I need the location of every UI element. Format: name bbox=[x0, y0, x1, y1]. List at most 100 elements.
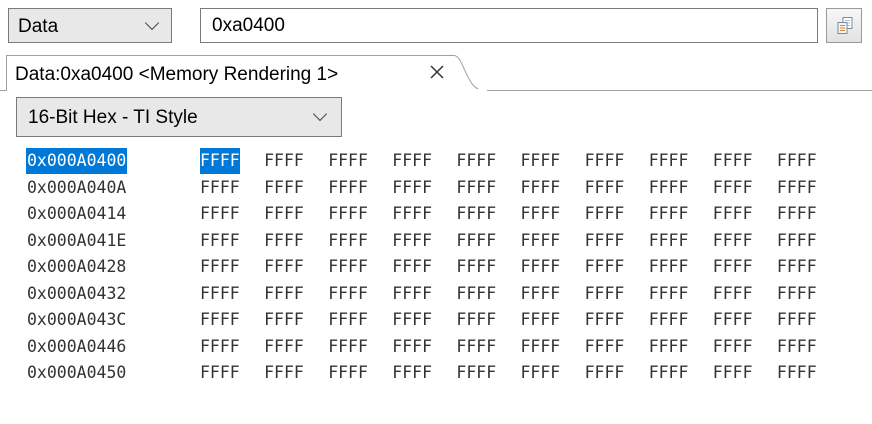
memory-word[interactable]: FFFF bbox=[456, 201, 496, 227]
memory-space-select[interactable]: Data bbox=[8, 8, 172, 43]
memory-word[interactable]: FFFF bbox=[713, 281, 753, 307]
memory-word[interactable]: FFFF bbox=[649, 281, 689, 307]
memory-word[interactable]: FFFF bbox=[200, 307, 240, 333]
memory-word[interactable]: FFFF bbox=[777, 307, 817, 333]
memory-word[interactable]: FFFF bbox=[713, 360, 753, 386]
memory-word[interactable]: FFFF bbox=[200, 360, 240, 386]
memory-word[interactable]: FFFF bbox=[649, 175, 689, 201]
memory-word[interactable]: FFFF bbox=[392, 201, 432, 227]
memory-word[interactable]: FFFF bbox=[777, 148, 817, 174]
memory-word[interactable]: FFFF bbox=[585, 254, 625, 280]
memory-word[interactable]: FFFF bbox=[456, 228, 496, 254]
memory-word[interactable]: FFFF bbox=[649, 148, 689, 174]
memory-word[interactable]: FFFF bbox=[392, 254, 432, 280]
memory-word[interactable]: FFFF bbox=[328, 228, 368, 254]
memory-word[interactable]: FFFF bbox=[777, 360, 817, 386]
memory-word[interactable]: FFFF bbox=[200, 334, 240, 360]
memory-word[interactable]: FFFF bbox=[585, 228, 625, 254]
go-button[interactable] bbox=[826, 8, 862, 43]
memory-word[interactable]: FFFF bbox=[456, 254, 496, 280]
memory-word[interactable]: FFFF bbox=[264, 228, 304, 254]
memory-word[interactable]: FFFF bbox=[649, 307, 689, 333]
memory-word[interactable]: FFFF bbox=[777, 281, 817, 307]
memory-address[interactable]: 0x000A0450 bbox=[26, 360, 127, 386]
memory-word[interactable]: FFFF bbox=[392, 228, 432, 254]
memory-word[interactable]: FFFF bbox=[264, 201, 304, 227]
memory-word[interactable]: FFFF bbox=[585, 175, 625, 201]
memory-address[interactable]: 0x000A041E bbox=[26, 228, 127, 254]
memory-address[interactable]: 0x000A0400 bbox=[26, 148, 128, 174]
memory-word[interactable]: FFFF bbox=[777, 201, 817, 227]
tab-memory-rendering[interactable]: Data:0xa0400 <Memory Rendering 1> bbox=[6, 55, 442, 91]
memory-word[interactable]: FFFF bbox=[264, 334, 304, 360]
memory-word[interactable]: FFFF bbox=[521, 307, 561, 333]
memory-word[interactable]: FFFF bbox=[777, 334, 817, 360]
memory-word[interactable]: FFFF bbox=[328, 334, 368, 360]
memory-word[interactable]: FFFF bbox=[777, 228, 817, 254]
memory-address[interactable]: 0x000A0414 bbox=[26, 201, 127, 227]
memory-word[interactable]: FFFF bbox=[328, 360, 368, 386]
close-icon[interactable] bbox=[427, 62, 447, 82]
memory-address[interactable]: 0x000A043C bbox=[26, 307, 127, 333]
memory-word[interactable]: FFFF bbox=[713, 228, 753, 254]
memory-word[interactable]: FFFF bbox=[200, 281, 240, 307]
memory-word[interactable]: FFFF bbox=[456, 360, 496, 386]
memory-word[interactable]: FFFF bbox=[456, 175, 496, 201]
memory-word[interactable]: FFFF bbox=[585, 281, 625, 307]
memory-word[interactable]: FFFF bbox=[264, 148, 304, 174]
memory-word[interactable]: FFFF bbox=[392, 307, 432, 333]
memory-word[interactable]: FFFF bbox=[585, 360, 625, 386]
memory-word[interactable]: FFFF bbox=[521, 281, 561, 307]
memory-word[interactable]: FFFF bbox=[713, 254, 753, 280]
memory-word[interactable]: FFFF bbox=[328, 175, 368, 201]
memory-word[interactable]: FFFF bbox=[649, 201, 689, 227]
memory-word[interactable]: FFFF bbox=[521, 254, 561, 280]
memory-word[interactable]: FFFF bbox=[777, 254, 817, 280]
memory-word[interactable]: FFFF bbox=[200, 148, 240, 174]
memory-word[interactable]: FFFF bbox=[456, 148, 496, 174]
address-input[interactable]: 0xa0400 bbox=[200, 8, 818, 43]
memory-word[interactable]: FFFF bbox=[521, 360, 561, 386]
memory-word[interactable]: FFFF bbox=[264, 281, 304, 307]
memory-word[interactable]: FFFF bbox=[777, 175, 817, 201]
memory-word[interactable]: FFFF bbox=[585, 334, 625, 360]
memory-word[interactable]: FFFF bbox=[392, 281, 432, 307]
memory-word[interactable]: FFFF bbox=[328, 148, 368, 174]
memory-word[interactable]: FFFF bbox=[328, 281, 368, 307]
memory-word[interactable]: FFFF bbox=[585, 148, 625, 174]
memory-word[interactable]: FFFF bbox=[713, 175, 753, 201]
memory-word[interactable]: FFFF bbox=[456, 334, 496, 360]
memory-word[interactable]: FFFF bbox=[200, 254, 240, 280]
memory-word[interactable]: FFFF bbox=[200, 201, 240, 227]
memory-word[interactable]: FFFF bbox=[649, 360, 689, 386]
memory-word[interactable]: FFFF bbox=[521, 334, 561, 360]
memory-word[interactable]: FFFF bbox=[521, 228, 561, 254]
memory-word[interactable]: FFFF bbox=[649, 228, 689, 254]
memory-word[interactable]: FFFF bbox=[713, 334, 753, 360]
memory-address[interactable]: 0x000A040A bbox=[26, 175, 127, 201]
memory-word[interactable]: FFFF bbox=[264, 360, 304, 386]
memory-word[interactable]: FFFF bbox=[264, 254, 304, 280]
memory-word[interactable]: FFFF bbox=[585, 201, 625, 227]
memory-word[interactable]: FFFF bbox=[521, 175, 561, 201]
memory-address[interactable]: 0x000A0446 bbox=[26, 334, 127, 360]
memory-word[interactable]: FFFF bbox=[264, 307, 304, 333]
memory-address[interactable]: 0x000A0428 bbox=[26, 254, 127, 280]
memory-word[interactable]: FFFF bbox=[392, 175, 432, 201]
memory-word[interactable]: FFFF bbox=[392, 360, 432, 386]
memory-word[interactable]: FFFF bbox=[713, 307, 753, 333]
format-select[interactable]: 16-Bit Hex - TI Style bbox=[16, 97, 342, 137]
memory-word[interactable]: FFFF bbox=[521, 201, 561, 227]
memory-word[interactable]: FFFF bbox=[585, 307, 625, 333]
memory-word[interactable]: FFFF bbox=[713, 201, 753, 227]
memory-word[interactable]: FFFF bbox=[713, 148, 753, 174]
memory-word[interactable]: FFFF bbox=[200, 175, 240, 201]
memory-word[interactable]: FFFF bbox=[200, 228, 240, 254]
memory-address[interactable]: 0x000A0432 bbox=[26, 281, 127, 307]
memory-word[interactable]: FFFF bbox=[649, 334, 689, 360]
memory-word[interactable]: FFFF bbox=[328, 307, 368, 333]
memory-word[interactable]: FFFF bbox=[264, 175, 304, 201]
memory-word[interactable]: FFFF bbox=[521, 148, 561, 174]
memory-word[interactable]: FFFF bbox=[649, 254, 689, 280]
memory-word[interactable]: FFFF bbox=[392, 334, 432, 360]
